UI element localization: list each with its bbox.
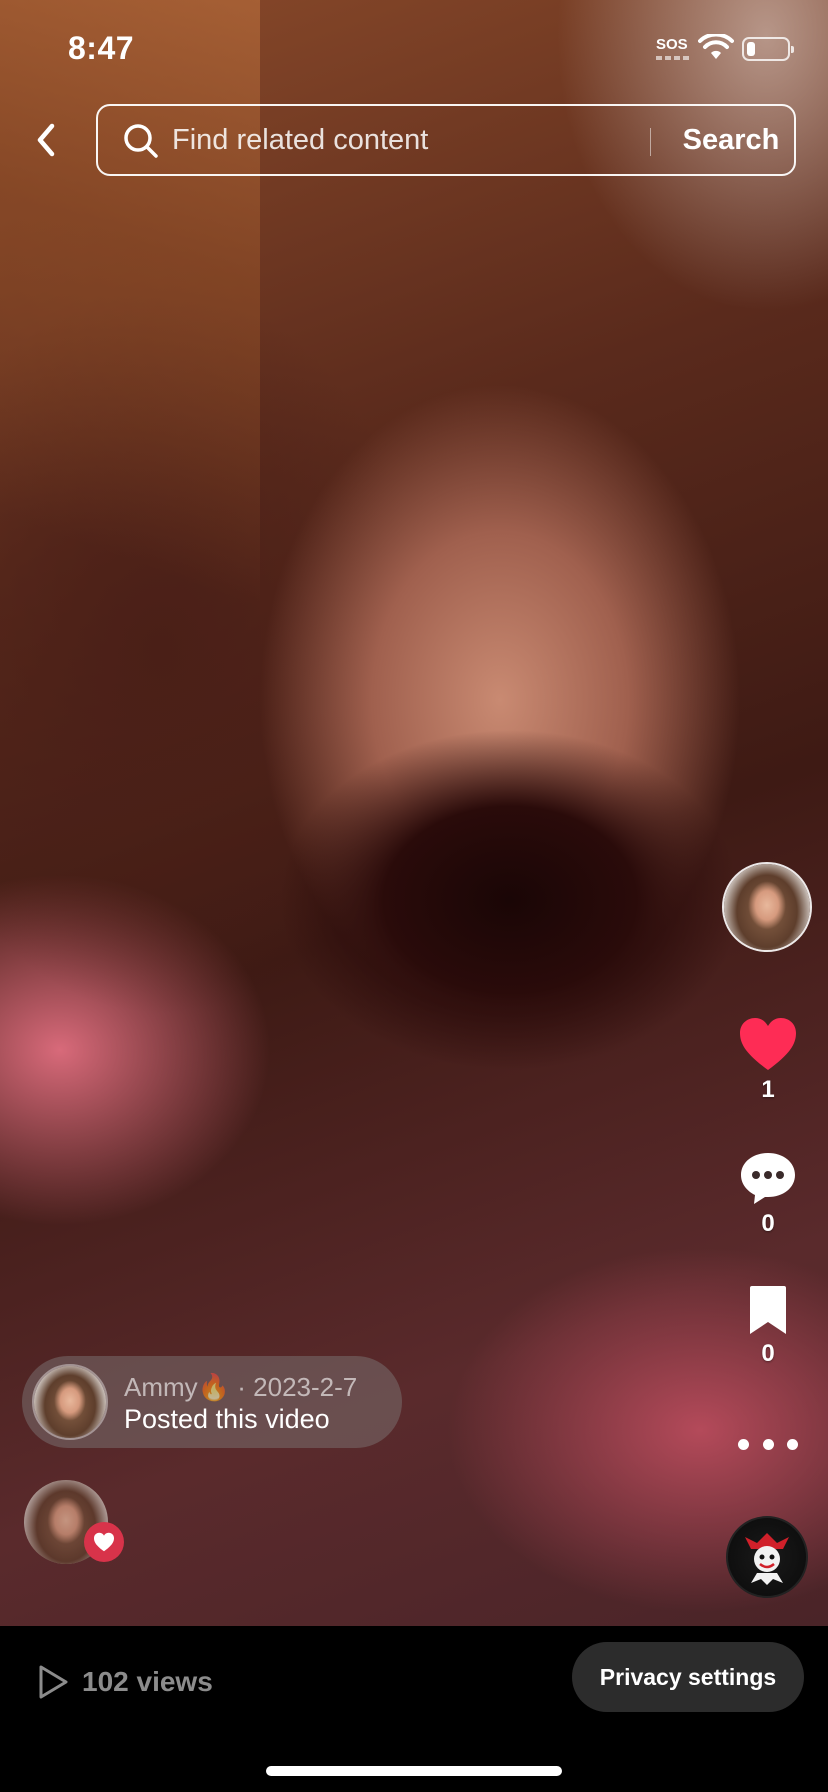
play-icon — [39, 1665, 68, 1699]
comment-icon — [741, 1153, 795, 1204]
search-input[interactable] — [172, 120, 632, 160]
search-icon — [124, 124, 158, 158]
bottom-bar: 102 views Privacy settings — [0, 1626, 828, 1792]
posted-by-pill[interactable]: Ammy🔥 · 2023-2-7 Posted this video — [22, 1356, 402, 1448]
like-count: 1 — [761, 1076, 775, 1103]
liker-heart-badge — [84, 1522, 124, 1562]
status-bar: 8:47 SOS — [0, 0, 828, 100]
chevron-left-icon — [37, 123, 55, 157]
comment-count: 0 — [761, 1210, 775, 1237]
views-counter[interactable]: 102 views — [36, 1660, 213, 1704]
like-button[interactable]: 1 — [728, 1016, 808, 1104]
avatar-image — [724, 864, 810, 950]
wifi-icon — [698, 34, 734, 59]
posted-action-text: Posted this video — [124, 1404, 330, 1434]
poster-meta: Ammy🔥 · 2023-2-7 — [124, 1372, 357, 1403]
poster-avatar — [32, 1364, 108, 1440]
heart-icon — [740, 1018, 796, 1070]
bookmark-count: 0 — [761, 1340, 775, 1367]
creator-avatar[interactable] — [722, 862, 812, 952]
battery-icon — [742, 37, 794, 61]
more-horizontal-icon — [738, 1438, 749, 1450]
clown-logo-icon — [745, 1533, 789, 1585]
more-dot — [787, 1438, 798, 1450]
signal-dots — [656, 56, 690, 60]
back-button[interactable] — [24, 116, 68, 164]
status-time: 8:47 — [68, 30, 135, 66]
home-indicator[interactable] — [266, 1766, 562, 1776]
avatar-image — [34, 1366, 106, 1438]
bookmark-button[interactable]: 0 — [728, 1284, 808, 1368]
search-bar[interactable]: Search — [96, 104, 796, 176]
comment-button[interactable]: 0 — [728, 1150, 808, 1238]
search-button[interactable]: Search — [666, 106, 796, 174]
poster-username: Ammy🔥 — [124, 1372, 231, 1402]
bookmark-icon — [750, 1286, 786, 1334]
views-text: 102 views — [82, 1666, 213, 1697]
privacy-settings-button[interactable]: Privacy settings — [572, 1642, 804, 1712]
heart-icon — [94, 1532, 114, 1552]
sos-indicator: SOS — [656, 36, 688, 53]
more-dot — [762, 1438, 774, 1450]
sound-disc[interactable] — [726, 1516, 808, 1598]
search-divider — [650, 128, 651, 156]
more-options-button[interactable] — [738, 1430, 798, 1458]
post-date: · 2023-2-7 — [237, 1372, 358, 1402]
